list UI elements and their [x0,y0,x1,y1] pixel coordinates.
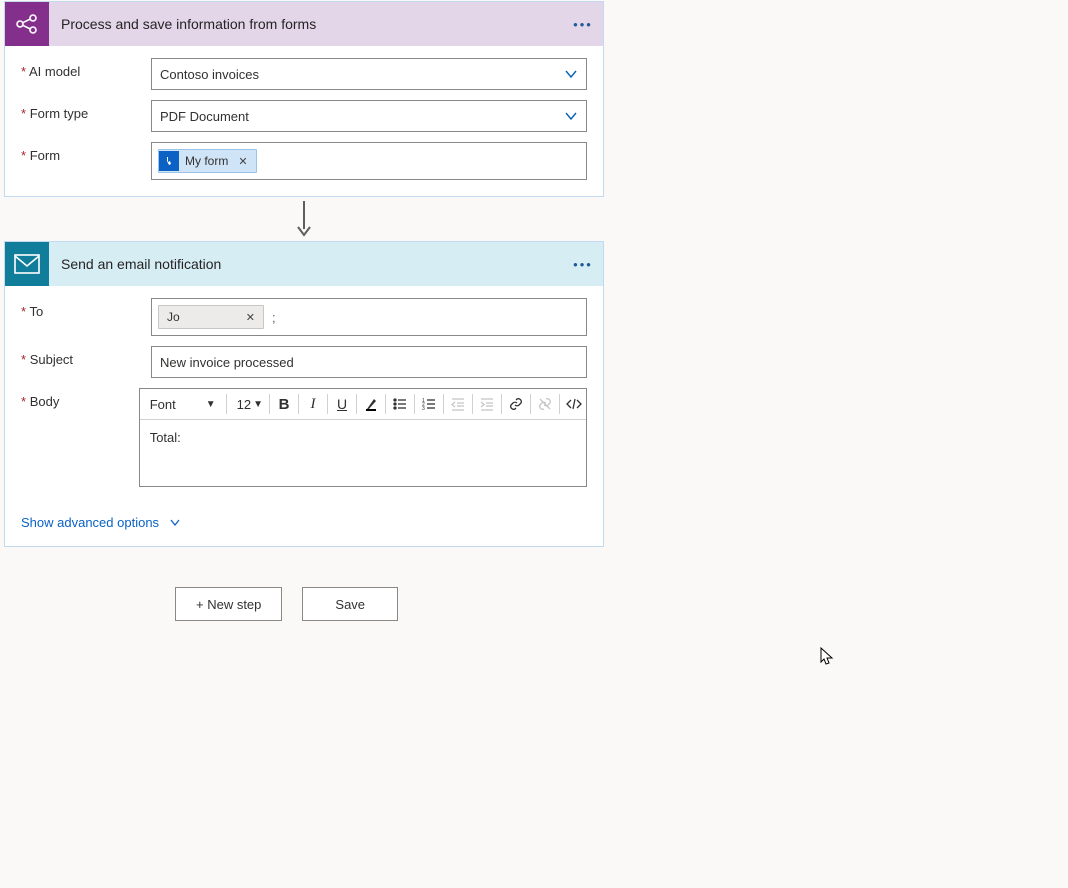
field-label-form: * Form [21,142,151,163]
indent-button[interactable] [475,392,499,416]
bold-button[interactable]: B [272,392,296,416]
form-input[interactable]: My form ✕ [151,142,587,180]
chevron-down-icon [169,517,181,529]
flow-arrow [4,197,604,241]
card-title: Process and save information from forms [49,16,563,32]
save-button[interactable]: Save [302,587,398,621]
show-advanced-link[interactable]: Show advanced options [21,515,181,530]
card-menu-button[interactable]: ••• [563,257,603,272]
new-step-button[interactable]: + New step [175,587,282,621]
unlink-button[interactable] [533,392,557,416]
mouse-cursor [820,647,834,667]
body-editor: Font▼ 12▼ B I U [139,388,587,487]
card-header[interactable]: Send an email notification ••• [5,242,603,286]
number-list-button[interactable]: 123 [417,392,441,416]
form-type-select[interactable]: PDF Document [151,100,587,132]
font-color-button[interactable] [359,392,383,416]
card-title: Send an email notification [49,256,563,272]
code-view-button[interactable] [562,392,586,416]
underline-button[interactable]: U [330,392,354,416]
bullet-list-button[interactable] [388,392,412,416]
touch-icon [159,151,179,171]
rte-toolbar: Font▼ 12▼ B I U [140,389,586,420]
token-remove[interactable]: ✕ [234,155,251,168]
body-content[interactable]: Total: [140,420,586,486]
ai-builder-icon [5,2,49,46]
to-input[interactable]: Jo ✕ ; [151,298,587,336]
font-size-select[interactable]: 12▼ [229,389,267,419]
card-header[interactable]: Process and save information from forms … [5,2,603,46]
footer-buttons: + New step Save [175,587,1068,621]
field-label-to: * To [21,298,151,319]
dynamic-content-token[interactable]: My form ✕ [158,149,257,173]
outdent-button[interactable] [446,392,470,416]
token-remove[interactable]: ✕ [242,311,259,324]
chevron-down-icon [564,109,578,123]
field-label-subject: * Subject [21,346,151,367]
link-button[interactable] [504,392,528,416]
svg-text:3: 3 [422,406,425,411]
field-label-ai-model: * AI model [21,58,151,79]
action-card-send-email: Send an email notification ••• * To Jo ✕… [4,241,604,547]
field-label-form-type: * Form type [21,100,151,121]
recipient-chip[interactable]: Jo ✕ [158,305,264,329]
separator: ; [272,310,276,325]
field-label-body: * Body [21,388,139,409]
mail-icon [5,242,49,286]
font-family-select[interactable]: Font▼ [140,389,224,419]
chevron-down-icon [564,67,578,81]
action-card-process-forms: Process and save information from forms … [4,1,604,197]
italic-button[interactable]: I [301,392,325,416]
subject-input[interactable]: New invoice processed [151,346,587,378]
card-menu-button[interactable]: ••• [563,17,603,32]
ai-model-select[interactable]: Contoso invoices [151,58,587,90]
